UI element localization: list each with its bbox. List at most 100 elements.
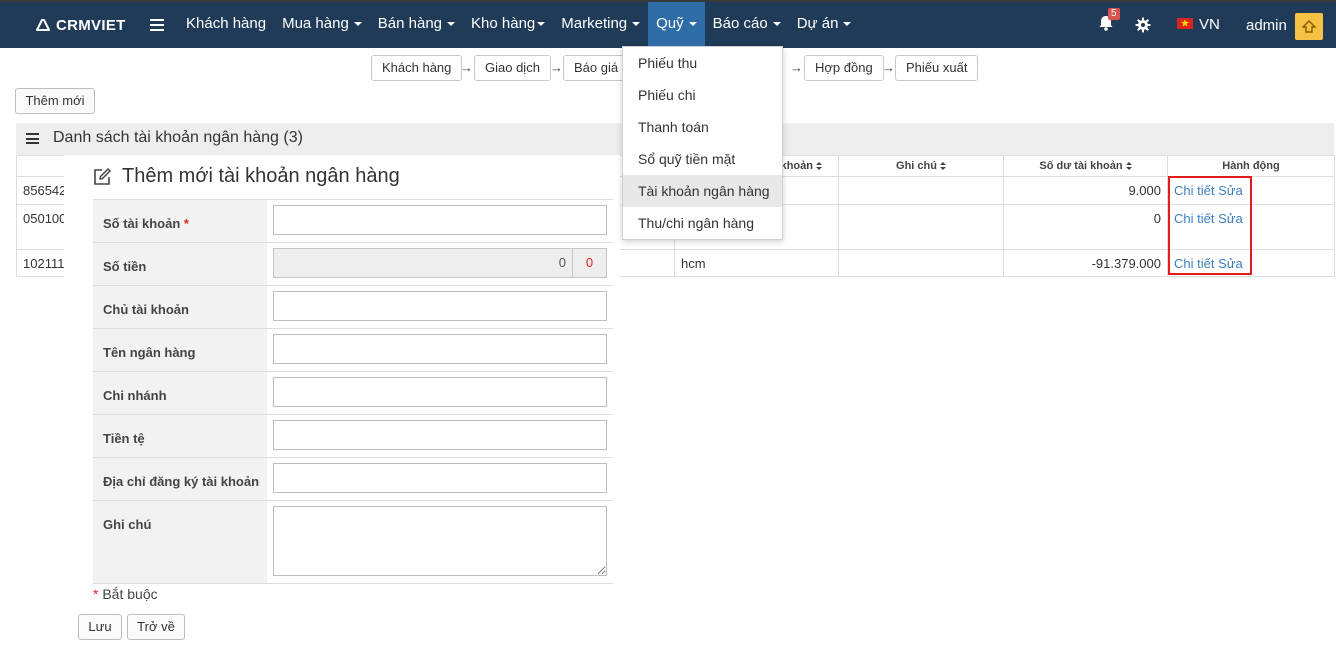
dialog-title: Thêm mới tài khoản ngân hàng (93, 165, 400, 188)
branch-cell: hcm (674, 249, 839, 277)
user-menu[interactable]: admin (1246, 17, 1287, 34)
account-holder-input[interactable] (273, 291, 607, 321)
workflow-step-phieu-xuat[interactable]: Phiếu xuất (895, 55, 979, 81)
form-row: Chủ tài khoản (93, 285, 613, 329)
balance-cell: -91.379.000 (1003, 249, 1168, 277)
edit-link[interactable]: Sửa (1218, 211, 1243, 226)
form-row: Chi nhánh (93, 371, 613, 415)
detail-link[interactable]: Chi tiết (1174, 256, 1214, 271)
form-label: Tiền tệ (93, 414, 267, 458)
bank-account-form: Số tài khoản * Số tiền 0 0 Chủ tài khoản… (93, 199, 613, 584)
note-textarea[interactable] (273, 506, 607, 576)
menu-du-an[interactable]: Dự án (789, 2, 860, 48)
column-header-hanh-dong: Hành động (1167, 155, 1335, 177)
sidebar-toggle-icon[interactable] (150, 19, 164, 31)
back-button[interactable]: Trở về (127, 614, 185, 640)
chevron-down-icon (772, 22, 781, 27)
branch-input[interactable] (273, 377, 607, 407)
amount-input: 0 (273, 248, 573, 278)
account-number-input[interactable] (273, 205, 607, 235)
add-bank-account-dialog: Thêm mới tài khoản ngân hàng Số tài khoả… (64, 155, 620, 649)
form-row: Số tài khoản * (93, 199, 613, 243)
brand-logo[interactable]: CRMVIET (34, 15, 126, 35)
form-field (267, 199, 613, 243)
amount-converted: 0 (573, 248, 607, 278)
menu-marketing[interactable]: Marketing (553, 2, 648, 48)
actions-cell: Chi tiết Sửa (1167, 204, 1335, 250)
add-new-button[interactable]: Thêm mới (15, 88, 95, 114)
workflow-arrow: → (460, 60, 473, 75)
edit-link[interactable]: Sửa (1218, 183, 1243, 198)
menu-bao-cao[interactable]: Báo cáo (705, 2, 789, 48)
chevron-down-icon (447, 22, 456, 27)
form-row: Tiền tệ (93, 414, 613, 458)
form-field (267, 457, 613, 501)
save-button[interactable]: Lưu (78, 614, 122, 640)
notification-badge: 5 (1108, 8, 1120, 20)
cloud-logo-icon (36, 19, 50, 31)
workflow-step-giao-dich[interactable]: Giao dịch (474, 55, 551, 81)
required-note: * Bắt buộc (93, 586, 158, 602)
balance-cell: 9.000 (1003, 176, 1168, 205)
workflow-arrow: → (790, 60, 803, 75)
detail-link[interactable]: Chi tiết (1174, 211, 1214, 226)
edit-link[interactable]: Sửa (1218, 256, 1243, 271)
bank-name-input[interactable] (273, 334, 607, 364)
dropdown-item-phieu-thu[interactable]: Phiếu thu (623, 47, 782, 79)
chevron-down-icon (843, 22, 852, 27)
form-field: 0 0 (267, 242, 613, 286)
dropdown-item-thanh-toan[interactable]: Thanh toán (623, 111, 782, 143)
form-label: Địa chỉ đăng ký tài khoản (93, 457, 267, 501)
workflow-step-khach-hang[interactable]: Khách hàng (371, 55, 463, 81)
avatar[interactable] (1295, 13, 1323, 40)
dropdown-item-tai-khoan-ngan-hang[interactable]: Tài khoản ngân hàng (623, 175, 782, 207)
brand-name: CRMVIET (56, 16, 126, 34)
menu-mua-hang[interactable]: Mua hàng (274, 2, 370, 48)
menu-khach-hang[interactable]: Khách hàng (178, 2, 274, 48)
menu-quy[interactable]: Quỹ (648, 2, 705, 48)
sort-icon (939, 162, 946, 171)
column-header-so-du[interactable]: Số dư tài khoản (1003, 155, 1168, 177)
menu-ban-hang[interactable]: Bán hàng (370, 2, 463, 48)
chevron-down-icon (353, 22, 362, 27)
detail-link[interactable]: Chi tiết (1174, 183, 1214, 198)
form-row: Địa chỉ đăng ký tài khoản (93, 457, 613, 501)
language-selector[interactable]: VN (1199, 16, 1220, 33)
top-navbar: CRMVIET Khách hàng Mua hàng Bán hàng Kho… (0, 0, 1336, 48)
form-label: Số tiền (93, 242, 267, 286)
dropdown-item-thu-chi-ngan-hang[interactable]: Thu/chi ngân hàng (623, 207, 782, 239)
sort-icon (1125, 162, 1132, 171)
required-marker: * (93, 586, 99, 602)
workflow-step-bao-gia[interactable]: Báo giá (563, 55, 630, 81)
form-row: Ghi chú (93, 500, 613, 584)
amount-field: 0 0 (273, 248, 607, 278)
workflow-arrow: → (882, 60, 895, 75)
actions-cell: Chi tiết Sửa (1167, 176, 1335, 205)
workflow-step-hop-dong[interactable]: Hợp đồng (804, 55, 884, 81)
dropdown-item-so-quy-tien-mat[interactable]: Sổ quỹ tiền mặt (623, 143, 782, 175)
panel-title: Danh sách tài khoản ngân hàng (3) (53, 129, 303, 146)
chevron-down-icon (688, 22, 697, 27)
menu-kho-hang[interactable]: Kho hàng (463, 2, 553, 48)
column-header-ghi-chu[interactable]: Ghi chú (838, 155, 1004, 177)
user-avatar-icon (1302, 19, 1316, 33)
form-field (267, 371, 613, 415)
form-field (267, 414, 613, 458)
form-field (267, 500, 613, 584)
form-field (267, 285, 613, 329)
chevron-down-icon (537, 22, 546, 27)
main-menu: Khách hàng Mua hàng Bán hàng Kho hàng Ma… (178, 2, 859, 48)
currency-input[interactable] (273, 420, 607, 450)
registered-address-input[interactable] (273, 463, 607, 493)
gear-icon[interactable] (1135, 17, 1151, 33)
form-field (267, 328, 613, 372)
actions-cell: Chi tiết Sửa (1167, 249, 1335, 277)
form-label: Tên ngân hàng (93, 328, 267, 372)
required-marker: * (183, 216, 189, 231)
list-icon (26, 133, 39, 144)
note-cell (838, 249, 1004, 277)
dropdown-item-phieu-chi[interactable]: Phiếu chi (623, 79, 782, 111)
form-label: Chủ tài khoản (93, 285, 267, 329)
edit-icon (94, 168, 111, 185)
vietnam-flag-icon[interactable] (1177, 18, 1193, 29)
